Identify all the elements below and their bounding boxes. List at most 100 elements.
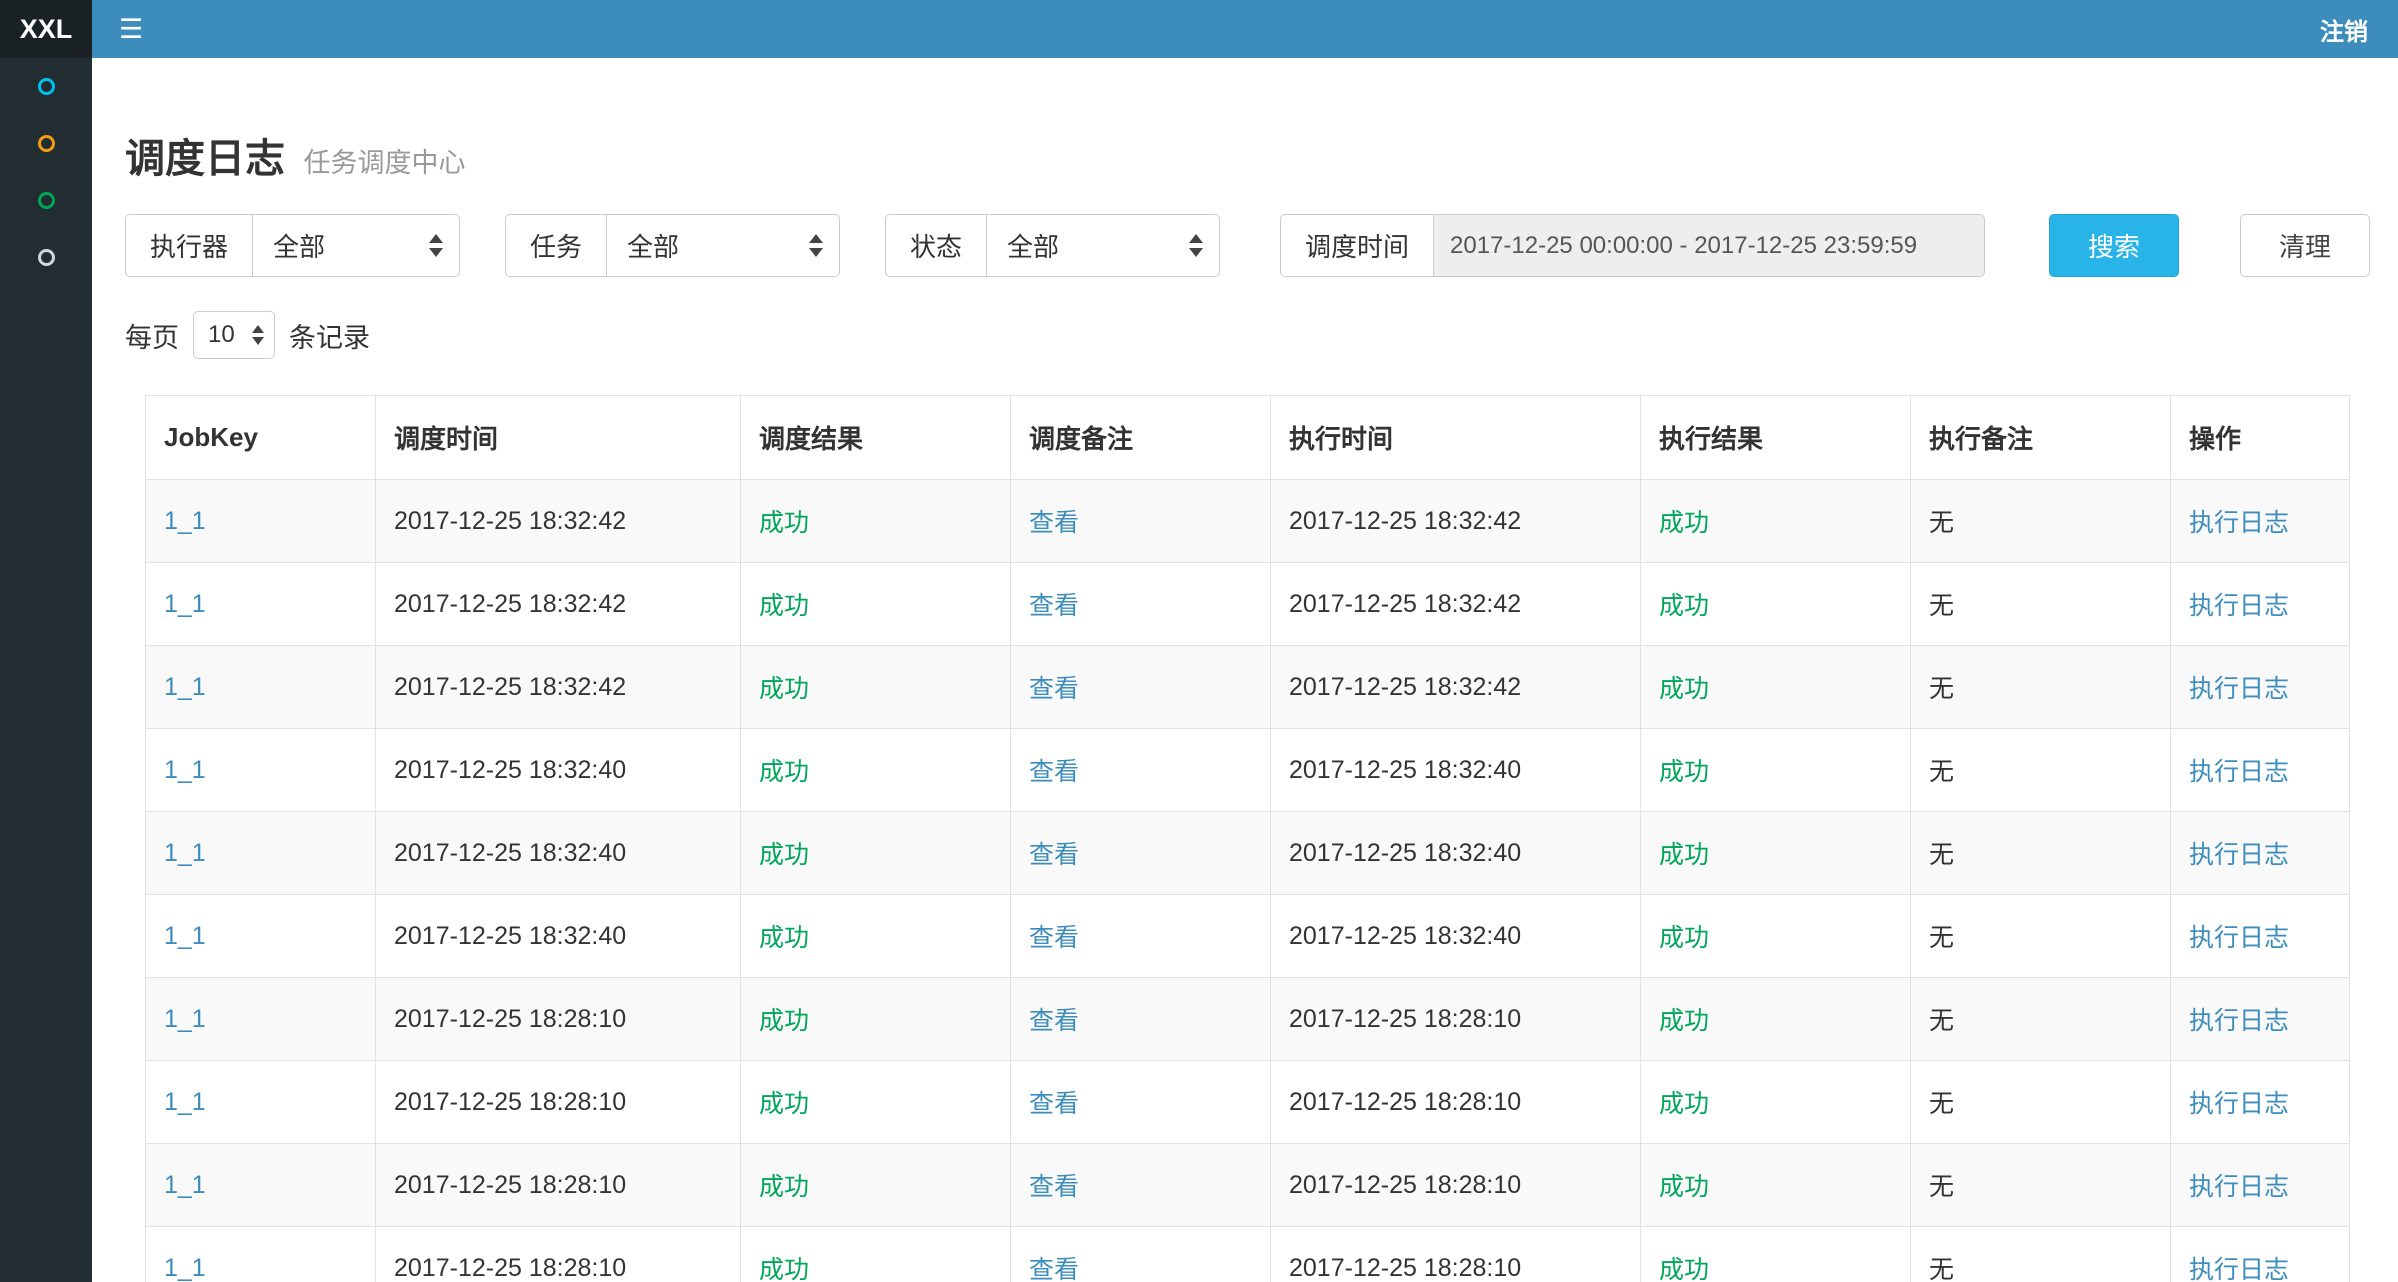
execution-log-link[interactable]: 执行日志 — [2189, 924, 2289, 952]
page-size-prefix: 每页 — [125, 316, 179, 355]
trigger-result-status: 成功 — [759, 1173, 809, 1201]
filter-status-label: 状态 — [885, 214, 986, 277]
handle-result-status: 成功 — [1659, 841, 1709, 869]
trigger-msg-link[interactable]: 查看 — [1029, 924, 1079, 952]
jobkey-link[interactable]: 1_1 — [164, 673, 206, 701]
trigger-time-cell: 2017-12-25 18:32:42 — [376, 646, 741, 729]
trigger-msg-link[interactable]: 查看 — [1029, 1090, 1079, 1118]
filter-executor-group: 执行器 全部 — [125, 214, 460, 277]
filter-job-group: 任务 全部 — [505, 214, 840, 277]
filter-status-group: 状态 全部 — [885, 214, 1220, 277]
column-header: 调度备注 — [1011, 396, 1271, 480]
execution-log-link[interactable]: 执行日志 — [2189, 1173, 2289, 1201]
execution-log-link[interactable]: 执行日志 — [2189, 1256, 2289, 1282]
sidebar-toggle-icon[interactable]: ☰ — [92, 14, 170, 45]
filter-job-label: 任务 — [505, 214, 606, 277]
page-size-select[interactable]: 10 — [193, 311, 275, 359]
jobkey-link[interactable]: 1_1 — [164, 507, 206, 535]
column-header: 执行时间 — [1271, 396, 1641, 480]
jobkey-link[interactable]: 1_1 — [164, 756, 206, 784]
column-header: 执行结果 — [1641, 396, 1911, 480]
trigger-msg-link[interactable]: 查看 — [1029, 1256, 1079, 1282]
handle-time-cell: 2017-12-25 18:28:10 — [1271, 1144, 1641, 1227]
handle-result-status: 成功 — [1659, 592, 1709, 620]
sidebar-item-3[interactable] — [0, 172, 92, 229]
execution-log-link[interactable]: 执行日志 — [2189, 592, 2289, 620]
handle-result-status: 成功 — [1659, 675, 1709, 703]
trigger-time-cell: 2017-12-25 18:32:40 — [376, 812, 741, 895]
sidebar-item-2[interactable] — [0, 115, 92, 172]
app-window: XXL ☰ 注销 调度日志 任务调度中心 执行器 全部 任务 全部 — [0, 0, 2398, 1282]
page-size-value: 10 — [208, 321, 235, 349]
trigger-time-cell: 2017-12-25 18:28:10 — [376, 1061, 741, 1144]
jobkey-link[interactable]: 1_1 — [164, 922, 206, 950]
jobkey-link[interactable]: 1_1 — [164, 1171, 206, 1199]
trigger-result-status: 成功 — [759, 592, 809, 620]
handle-time-cell: 2017-12-25 18:32:42 — [1271, 646, 1641, 729]
table-row: 1_1 2017-12-25 18:28:10 成功 查看 2017-12-25 18:… — [146, 1144, 2350, 1227]
handle-time-cell: 2017-12-25 18:32:42 — [1271, 563, 1641, 646]
filter-status-select[interactable]: 全部 — [986, 214, 1220, 277]
handle-time-cell: 2017-12-25 18:28:10 — [1271, 1227, 1641, 1282]
handle-msg-cell: 无 — [1911, 1144, 2171, 1227]
jobkey-link[interactable]: 1_1 — [164, 1005, 206, 1033]
sidebar-item-4[interactable] — [0, 229, 92, 286]
trigger-time-cell: 2017-12-25 18:32:42 — [376, 563, 741, 646]
trigger-msg-link[interactable]: 查看 — [1029, 841, 1079, 869]
execution-log-link[interactable]: 执行日志 — [2189, 1007, 2289, 1035]
filter-time-label: 调度时间 — [1280, 214, 1433, 277]
filter-job-select[interactable]: 全部 — [606, 214, 840, 277]
column-header: 调度结果 — [741, 396, 1011, 480]
select-arrows-icon — [429, 234, 443, 257]
clear-button[interactable]: 清理 — [2240, 214, 2370, 277]
filter-time-input[interactable] — [1433, 214, 1985, 277]
jobkey-link[interactable]: 1_1 — [164, 1254, 206, 1282]
execution-log-link[interactable]: 执行日志 — [2189, 758, 2289, 786]
trigger-msg-link[interactable]: 查看 — [1029, 675, 1079, 703]
execution-log-link[interactable]: 执行日志 — [2189, 675, 2289, 703]
log-table: JobKey调度时间调度结果调度备注执行时间执行结果执行备注操作 1_12017… — [145, 395, 2350, 1282]
handle-msg-cell: 无 — [1911, 895, 2171, 978]
handle-result-status: 成功 — [1659, 1007, 1709, 1035]
handle-time-cell: 2017-12-25 18:32:40 — [1271, 729, 1641, 812]
trigger-msg-link[interactable]: 查看 — [1029, 1007, 1079, 1035]
table-row: 1_12017-12-25 18:32:40成功查看2017-12-25 18:… — [146, 729, 2350, 812]
trigger-time-cell: 2017-12-25 18:28:10 — [376, 1144, 741, 1227]
handle-result-status: 成功 — [1659, 1090, 1709, 1118]
trigger-msg-link[interactable]: 查看 — [1029, 509, 1079, 537]
jobkey-link[interactable]: 1_1 — [164, 839, 206, 867]
select-arrows-icon — [809, 234, 823, 257]
jobkey-link[interactable]: 1_1 — [164, 590, 206, 618]
log-table-body: 1_12017-12-25 18:32:42成功查看2017-12-25 18:… — [146, 480, 2350, 1282]
jobkey-link[interactable]: 1_1 — [164, 1088, 206, 1116]
execution-log-link[interactable]: 执行日志 — [2189, 1090, 2289, 1118]
logout-link[interactable]: 注销 — [2290, 12, 2398, 47]
select-arrows-icon — [1189, 234, 1203, 257]
trigger-result-status: 成功 — [759, 1256, 809, 1282]
filter-executor-select[interactable]: 全部 — [252, 214, 460, 277]
trigger-msg-link[interactable]: 查看 — [1029, 592, 1079, 620]
app-logo[interactable]: XXL — [0, 0, 92, 58]
column-header: JobKey — [146, 396, 376, 480]
column-header: 执行备注 — [1911, 396, 2171, 480]
page-subtitle: 任务调度中心 — [303, 148, 465, 178]
trigger-result-status: 成功 — [759, 758, 809, 786]
trigger-result-status: 成功 — [759, 924, 809, 952]
circle-outline-icon — [38, 192, 55, 209]
handle-time-cell: 2017-12-25 18:32:42 — [1271, 480, 1641, 563]
filter-bar: 执行器 全部 任务 全部 状态 全部 — [125, 214, 2370, 277]
handle-result-status: 成功 — [1659, 924, 1709, 952]
trigger-msg-link[interactable]: 查看 — [1029, 1173, 1079, 1201]
execution-log-link[interactable]: 执行日志 — [2189, 509, 2289, 537]
trigger-result-status: 成功 — [759, 841, 809, 869]
handle-time-cell: 2017-12-25 18:28:10 — [1271, 978, 1641, 1061]
page-title: 调度日志 — [125, 137, 285, 181]
search-button[interactable]: 搜索 — [2049, 214, 2179, 277]
column-header: 调度时间 — [376, 396, 741, 480]
trigger-result-status: 成功 — [759, 675, 809, 703]
execution-log-link[interactable]: 执行日志 — [2189, 841, 2289, 869]
navbar-main: ☰ 注销 — [92, 0, 2398, 58]
sidebar-item-1[interactable] — [0, 58, 92, 115]
trigger-msg-link[interactable]: 查看 — [1029, 758, 1079, 786]
handle-time-cell: 2017-12-25 18:28:10 — [1271, 1061, 1641, 1144]
